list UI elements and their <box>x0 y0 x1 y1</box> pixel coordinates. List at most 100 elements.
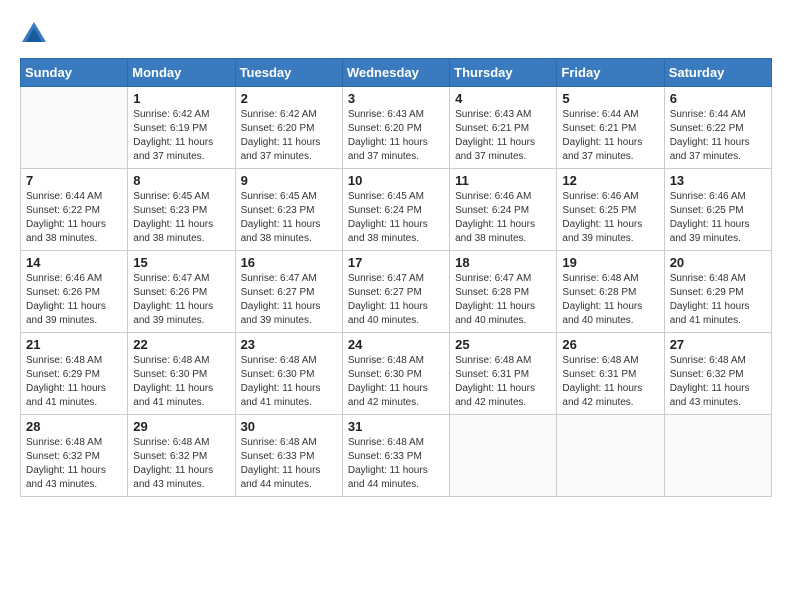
day-number: 13 <box>670 173 766 188</box>
day-info: Sunrise: 6:47 AM Sunset: 6:26 PM Dayligh… <box>133 272 229 328</box>
calendar-cell: 6 Sunrise: 6:44 AM Sunset: 6:22 PM Daylig… <box>664 87 771 169</box>
day-info: Sunrise: 6:42 AM Sunset: 6:20 PM Dayligh… <box>241 108 337 164</box>
day-number: 22 <box>133 337 229 352</box>
day-info: Sunrise: 6:48 AM Sunset: 6:29 PM Dayligh… <box>670 272 766 328</box>
day-number: 28 <box>26 419 122 434</box>
calendar-cell: 10 Sunrise: 6:45 AM Sunset: 6:24 PM Dayli… <box>342 169 449 251</box>
calendar-cell: 1 Sunrise: 6:42 AM Sunset: 6:19 PM Daylig… <box>128 87 235 169</box>
day-info: Sunrise: 6:46 AM Sunset: 6:25 PM Dayligh… <box>670 190 766 246</box>
calendar-cell: 15 Sunrise: 6:47 AM Sunset: 6:26 PM Dayli… <box>128 251 235 333</box>
calendar-cell: 28 Sunrise: 6:48 AM Sunset: 6:32 PM Dayli… <box>21 415 128 497</box>
weekday-header: Thursday <box>450 59 557 87</box>
calendar-cell: 9 Sunrise: 6:45 AM Sunset: 6:23 PM Daylig… <box>235 169 342 251</box>
day-info: Sunrise: 6:46 AM Sunset: 6:24 PM Dayligh… <box>455 190 551 246</box>
day-info: Sunrise: 6:47 AM Sunset: 6:28 PM Dayligh… <box>455 272 551 328</box>
day-number: 27 <box>670 337 766 352</box>
page-header <box>20 20 772 48</box>
day-number: 21 <box>26 337 122 352</box>
day-number: 8 <box>133 173 229 188</box>
calendar-cell: 27 Sunrise: 6:48 AM Sunset: 6:32 PM Dayli… <box>664 333 771 415</box>
day-info: Sunrise: 6:48 AM Sunset: 6:31 PM Dayligh… <box>455 354 551 410</box>
day-number: 17 <box>348 255 444 270</box>
day-info: Sunrise: 6:48 AM Sunset: 6:33 PM Dayligh… <box>348 436 444 492</box>
calendar-cell: 21 Sunrise: 6:48 AM Sunset: 6:29 PM Dayli… <box>21 333 128 415</box>
day-info: Sunrise: 6:48 AM Sunset: 6:30 PM Dayligh… <box>133 354 229 410</box>
calendar-cell: 12 Sunrise: 6:46 AM Sunset: 6:25 PM Dayli… <box>557 169 664 251</box>
day-info: Sunrise: 6:48 AM Sunset: 6:28 PM Dayligh… <box>562 272 658 328</box>
weekday-header: Tuesday <box>235 59 342 87</box>
logo-icon <box>20 20 48 48</box>
calendar-cell: 24 Sunrise: 6:48 AM Sunset: 6:30 PM Dayli… <box>342 333 449 415</box>
weekday-header: Saturday <box>664 59 771 87</box>
day-info: Sunrise: 6:44 AM Sunset: 6:22 PM Dayligh… <box>26 190 122 246</box>
day-info: Sunrise: 6:48 AM Sunset: 6:33 PM Dayligh… <box>241 436 337 492</box>
day-info: Sunrise: 6:45 AM Sunset: 6:23 PM Dayligh… <box>241 190 337 246</box>
day-info: Sunrise: 6:45 AM Sunset: 6:24 PM Dayligh… <box>348 190 444 246</box>
weekday-header: Monday <box>128 59 235 87</box>
day-number: 25 <box>455 337 551 352</box>
calendar-cell: 11 Sunrise: 6:46 AM Sunset: 6:24 PM Dayli… <box>450 169 557 251</box>
day-number: 14 <box>26 255 122 270</box>
day-number: 24 <box>348 337 444 352</box>
calendar-cell: 22 Sunrise: 6:48 AM Sunset: 6:30 PM Dayli… <box>128 333 235 415</box>
day-info: Sunrise: 6:44 AM Sunset: 6:21 PM Dayligh… <box>562 108 658 164</box>
day-number: 23 <box>241 337 337 352</box>
weekday-header: Friday <box>557 59 664 87</box>
day-info: Sunrise: 6:42 AM Sunset: 6:19 PM Dayligh… <box>133 108 229 164</box>
calendar-cell: 25 Sunrise: 6:48 AM Sunset: 6:31 PM Dayli… <box>450 333 557 415</box>
day-info: Sunrise: 6:44 AM Sunset: 6:22 PM Dayligh… <box>670 108 766 164</box>
day-number: 5 <box>562 91 658 106</box>
calendar-cell: 17Sunrise: 6:47 AM Sunset: 6:27 PM Dayli… <box>342 251 449 333</box>
day-number: 16 <box>241 255 337 270</box>
calendar-cell: 31 Sunrise: 6:48 AM Sunset: 6:33 PM Dayli… <box>342 415 449 497</box>
day-number: 10 <box>348 173 444 188</box>
calendar-cell: 29Sunrise: 6:48 AM Sunset: 6:32 PM Dayli… <box>128 415 235 497</box>
day-info: Sunrise: 6:48 AM Sunset: 6:32 PM Dayligh… <box>26 436 122 492</box>
day-info: Sunrise: 6:47 AM Sunset: 6:27 PM Dayligh… <box>241 272 337 328</box>
day-number: 20 <box>670 255 766 270</box>
day-number: 9 <box>241 173 337 188</box>
day-info: Sunrise: 6:48 AM Sunset: 6:30 PM Dayligh… <box>348 354 444 410</box>
calendar-cell: 23 Sunrise: 6:48 AM Sunset: 6:30 PM Dayli… <box>235 333 342 415</box>
day-number: 6 <box>670 91 766 106</box>
weekday-header: Wednesday <box>342 59 449 87</box>
weekday-header: Sunday <box>21 59 128 87</box>
calendar-week-row: 7 Sunrise: 6:44 AM Sunset: 6:22 PM Daylig… <box>21 169 772 251</box>
day-info: Sunrise: 6:46 AM Sunset: 6:26 PM Dayligh… <box>26 272 122 328</box>
calendar-cell: 4Sunrise: 6:43 AM Sunset: 6:21 PM Daylig… <box>450 87 557 169</box>
weekday-header-row: SundayMondayTuesdayWednesdayThursdayFrid… <box>21 59 772 87</box>
day-number: 29 <box>133 419 229 434</box>
calendar-cell <box>664 415 771 497</box>
calendar-cell: 19 Sunrise: 6:48 AM Sunset: 6:28 PM Dayli… <box>557 251 664 333</box>
day-number: 3 <box>348 91 444 106</box>
calendar-table: SundayMondayTuesdayWednesdayThursdayFrid… <box>20 58 772 497</box>
calendar-week-row: 21 Sunrise: 6:48 AM Sunset: 6:29 PM Dayli… <box>21 333 772 415</box>
day-info: Sunrise: 6:46 AM Sunset: 6:25 PM Dayligh… <box>562 190 658 246</box>
day-number: 31 <box>348 419 444 434</box>
calendar-week-row: 1 Sunrise: 6:42 AM Sunset: 6:19 PM Daylig… <box>21 87 772 169</box>
calendar-cell <box>450 415 557 497</box>
calendar-cell: 18 Sunrise: 6:47 AM Sunset: 6:28 PM Dayli… <box>450 251 557 333</box>
day-number: 18 <box>455 255 551 270</box>
day-number: 7 <box>26 173 122 188</box>
calendar-cell: 13 Sunrise: 6:46 AM Sunset: 6:25 PM Dayli… <box>664 169 771 251</box>
calendar-cell: 14 Sunrise: 6:46 AM Sunset: 6:26 PM Dayli… <box>21 251 128 333</box>
calendar-cell: 5 Sunrise: 6:44 AM Sunset: 6:21 PM Daylig… <box>557 87 664 169</box>
day-info: Sunrise: 6:48 AM Sunset: 6:31 PM Dayligh… <box>562 354 658 410</box>
calendar-week-row: 28 Sunrise: 6:48 AM Sunset: 6:32 PM Dayli… <box>21 415 772 497</box>
calendar-cell: 7 Sunrise: 6:44 AM Sunset: 6:22 PM Daylig… <box>21 169 128 251</box>
day-info: Sunrise: 6:48 AM Sunset: 6:32 PM Dayligh… <box>670 354 766 410</box>
day-number: 30 <box>241 419 337 434</box>
day-number: 15 <box>133 255 229 270</box>
calendar-cell: 20 Sunrise: 6:48 AM Sunset: 6:29 PM Dayli… <box>664 251 771 333</box>
day-number: 19 <box>562 255 658 270</box>
day-info: Sunrise: 6:48 AM Sunset: 6:29 PM Dayligh… <box>26 354 122 410</box>
day-info: Sunrise: 6:43 AM Sunset: 6:20 PM Dayligh… <box>348 108 444 164</box>
day-info: Sunrise: 6:45 AM Sunset: 6:23 PM Dayligh… <box>133 190 229 246</box>
day-info: Sunrise: 6:48 AM Sunset: 6:30 PM Dayligh… <box>241 354 337 410</box>
day-number: 1 <box>133 91 229 106</box>
day-number: 12 <box>562 173 658 188</box>
calendar-cell: 16 Sunrise: 6:47 AM Sunset: 6:27 PM Dayli… <box>235 251 342 333</box>
day-number: 2 <box>241 91 337 106</box>
day-number: 11 <box>455 173 551 188</box>
